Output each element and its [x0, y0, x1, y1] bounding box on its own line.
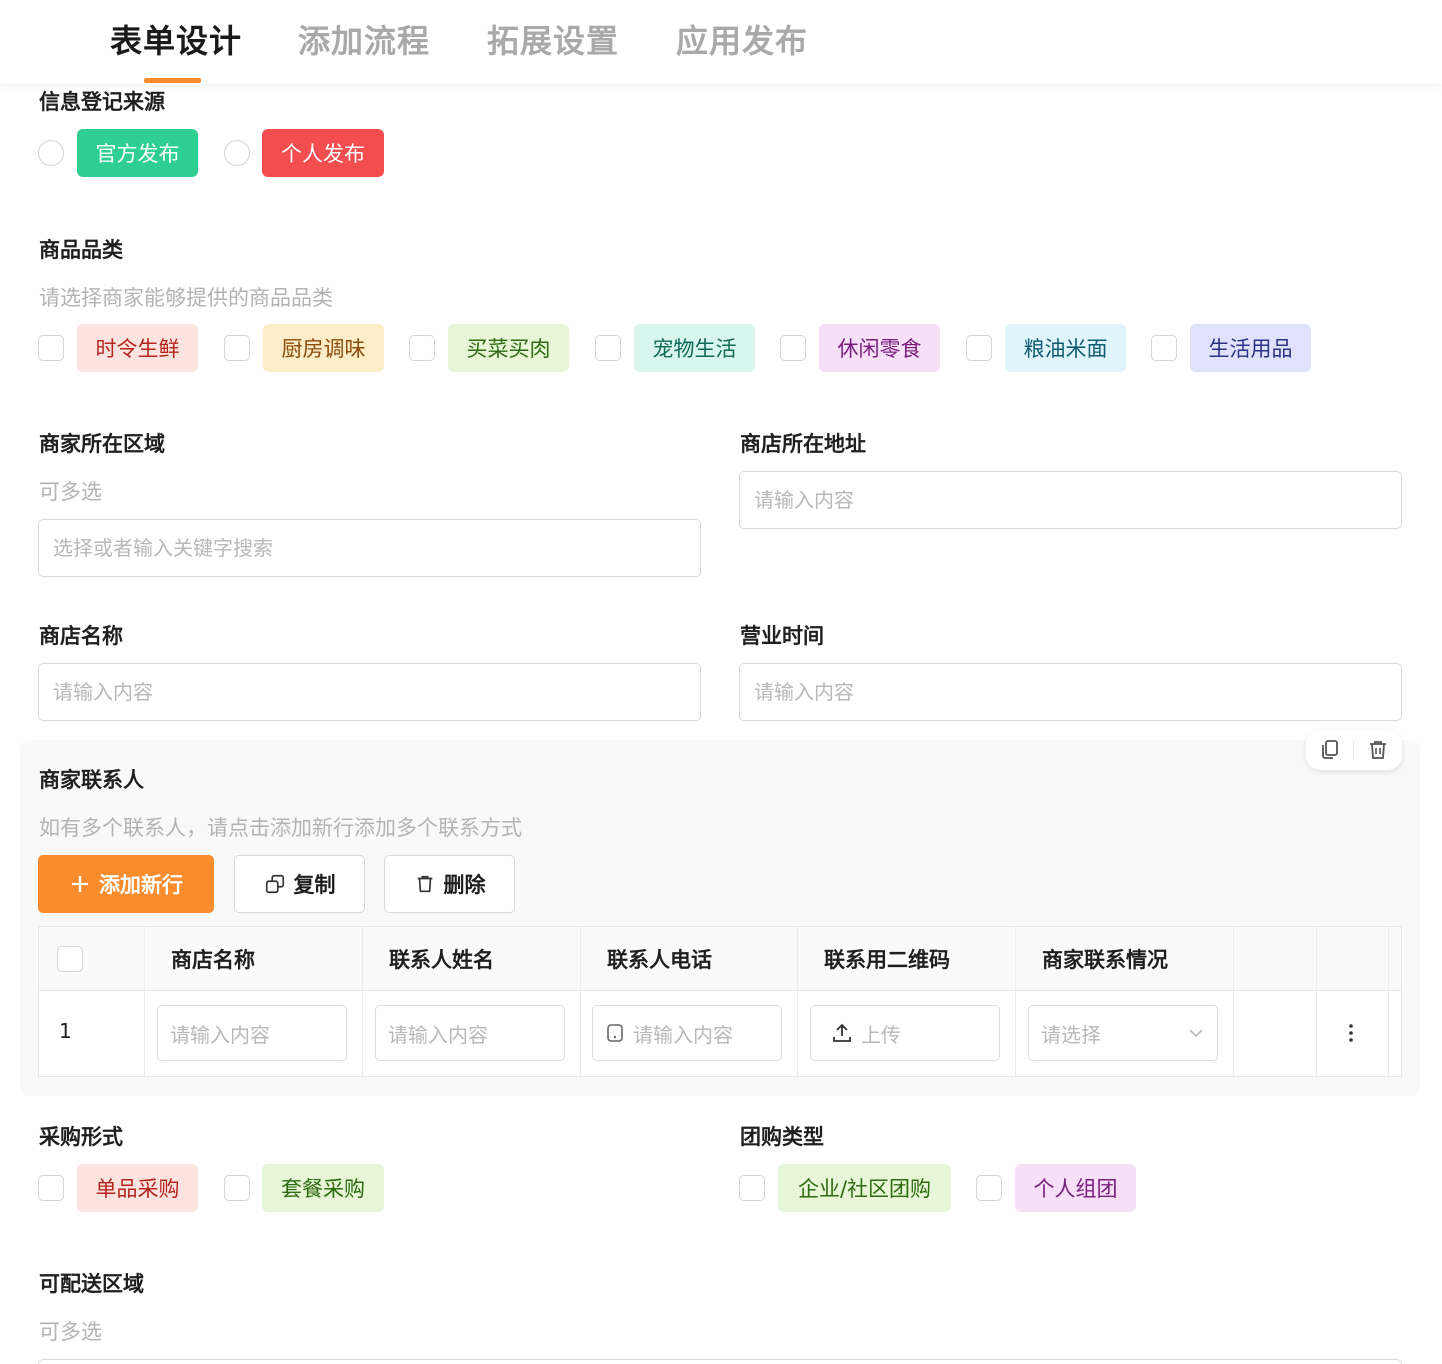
source-label: 信息登记来源: [39, 90, 165, 114]
active-tab-indicator: [144, 78, 201, 83]
trash-icon[interactable]: [1366, 738, 1390, 762]
category-tag[interactable]: 时令生鲜: [77, 324, 198, 372]
tab-add-process[interactable]: 添加流程: [298, 16, 430, 62]
column-header-phone: 联系人电话: [607, 948, 712, 972]
column-header-status: 商家联系情况: [1042, 948, 1168, 972]
category-tag[interactable]: 厨房调味: [263, 324, 384, 372]
more-vertical-icon[interactable]: [1339, 1021, 1363, 1045]
purchase-checkbox-package[interactable]: [224, 1175, 250, 1201]
contacts-table: 商店名称 联系人姓名 联系人电话 联系用二维码 商家联系情况 1 请输入内容 请…: [38, 926, 1402, 1077]
trash-icon: [417, 875, 432, 893]
chevron-down-icon: [1189, 1029, 1203, 1038]
store-name-input[interactable]: [38, 663, 701, 721]
address-label: 商店所在地址: [740, 432, 866, 456]
delivery-hint: 可多选: [39, 1320, 102, 1344]
row-name-input[interactable]: 请输入内容: [375, 1005, 565, 1061]
col-divider: [1316, 927, 1317, 1076]
region-label: 商家所在区域: [39, 432, 165, 456]
row-phone-placeholder: 请输入内容: [633, 1022, 733, 1047]
delete-row-button[interactable]: 删除: [384, 855, 515, 913]
category-checkbox[interactable]: [38, 335, 64, 361]
column-header-store: 商店名称: [171, 948, 255, 972]
tab-app-publish[interactable]: 应用发布: [676, 16, 808, 62]
category-tag[interactable]: 宠物生活: [634, 324, 755, 372]
phone-icon: [607, 1024, 623, 1042]
source-tag-personal[interactable]: 个人发布: [262, 129, 384, 177]
actions-separator: [1353, 740, 1354, 760]
category-checkbox[interactable]: [1151, 335, 1177, 361]
upload-icon: [833, 1023, 851, 1042]
row-store-input[interactable]: 请输入内容: [157, 1005, 347, 1061]
plus-icon: [72, 876, 88, 892]
tab-form-design[interactable]: 表单设计: [110, 16, 242, 62]
group-checkbox-personal[interactable]: [976, 1175, 1002, 1201]
tab-extension-settings[interactable]: 拓展设置: [487, 16, 619, 62]
col-divider: [797, 927, 798, 1076]
category-tag[interactable]: 买菜买肉: [448, 324, 569, 372]
col-divider: [1233, 927, 1234, 1076]
delivery-search-input[interactable]: [38, 1359, 1402, 1364]
row-name-placeholder: 请输入内容: [388, 1022, 488, 1047]
col-divider: [144, 927, 145, 1076]
address-input[interactable]: [739, 471, 1402, 529]
category-tag[interactable]: 粮油米面: [1005, 324, 1126, 372]
group-type-label: 团购类型: [740, 1125, 824, 1149]
row-upload-label: 上传: [861, 1022, 901, 1047]
column-header-name: 联系人姓名: [389, 948, 494, 972]
copy-icon: [265, 874, 284, 894]
purchase-label: 采购形式: [39, 1125, 123, 1149]
row-upload-button[interactable]: 上传: [810, 1005, 1000, 1061]
source-radio-official[interactable]: [38, 140, 64, 166]
row-phone-input[interactable]: 请输入内容: [592, 1005, 782, 1061]
col-divider: [1015, 927, 1016, 1076]
hours-label: 营业时间: [740, 624, 824, 648]
select-all-checkbox[interactable]: [57, 946, 83, 972]
contacts-hint: 如有多个联系人，请点击添加新行添加多个联系方式: [39, 816, 522, 840]
category-tag[interactable]: 生活用品: [1190, 324, 1311, 372]
top-tab-bar: 表单设计 添加流程 拓展设置 应用发布: [0, 0, 1442, 84]
group-tag-enterprise[interactable]: 企业/社区团购: [778, 1164, 951, 1212]
contacts-label: 商家联系人: [39, 768, 144, 792]
group-checkbox-enterprise[interactable]: [739, 1175, 765, 1201]
copy-icon[interactable]: [1318, 738, 1342, 762]
category-checkbox[interactable]: [966, 335, 992, 361]
delivery-label: 可配送区域: [39, 1272, 144, 1296]
purchase-tag-package[interactable]: 套餐采购: [262, 1164, 384, 1212]
category-checkbox[interactable]: [780, 335, 806, 361]
row-status-placeholder: 请选择: [1041, 1022, 1101, 1047]
category-hint: 请选择商家能够提供的商品品类: [39, 286, 333, 310]
category-checkbox[interactable]: [595, 335, 621, 361]
col-divider: [580, 927, 581, 1076]
category-checkbox[interactable]: [409, 335, 435, 361]
purchase-tag-single[interactable]: 单品采购: [77, 1164, 198, 1212]
category-label: 商品品类: [39, 238, 123, 262]
copy-row-button[interactable]: 复制: [234, 855, 365, 913]
add-row-button[interactable]: 添加新行: [38, 855, 214, 913]
row-status-select[interactable]: 请选择: [1028, 1005, 1218, 1061]
copy-row-label: 复制: [293, 873, 336, 897]
purchase-checkbox-single[interactable]: [38, 1175, 64, 1201]
source-radio-personal[interactable]: [224, 140, 250, 166]
column-header-qrcode: 联系用二维码: [824, 948, 950, 972]
contacts-group-actions: [1306, 730, 1402, 770]
col-divider: [362, 927, 363, 1076]
category-checkbox[interactable]: [224, 335, 250, 361]
category-tag[interactable]: 休闲零食: [819, 324, 940, 372]
add-row-label: 添加新行: [99, 873, 183, 897]
row-index: 1: [59, 1019, 72, 1043]
col-divider: [1388, 927, 1389, 1076]
region-hint: 可多选: [39, 480, 102, 504]
delete-row-label: 删除: [443, 873, 486, 897]
store-name-label: 商店名称: [39, 624, 123, 648]
source-tag-official[interactable]: 官方发布: [77, 129, 198, 177]
group-tag-personal[interactable]: 个人组团: [1015, 1164, 1136, 1212]
region-search-input[interactable]: [38, 519, 701, 577]
hours-input[interactable]: [739, 663, 1402, 721]
row-store-placeholder: 请输入内容: [170, 1022, 270, 1047]
